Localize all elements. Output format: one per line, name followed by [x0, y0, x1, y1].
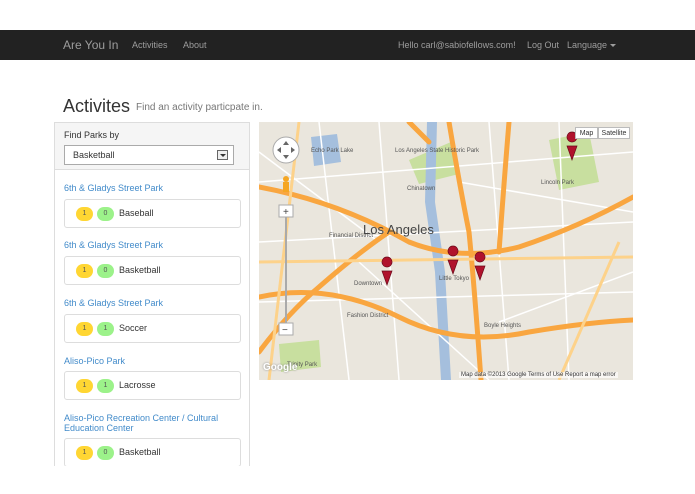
list-item: 6th & Gladys Street Park 1 1 Soccer	[64, 298, 244, 343]
brand-link[interactable]: Are You In	[63, 38, 118, 52]
activity-card[interactable]: 1 0 Basketball	[64, 438, 241, 466]
caret-down-icon	[610, 44, 617, 48]
activity-name: Basketball	[119, 265, 161, 275]
list-item: Aliso-Pico Recreation Center / Cultural …	[64, 413, 244, 466]
activity-name: Basketball	[119, 447, 161, 457]
top-navbar: Are You In Activities About Hello carl@s…	[0, 30, 695, 60]
park-name-link[interactable]: Aliso-Pico Park	[64, 356, 244, 366]
count-badge-yellow: 1	[76, 264, 93, 278]
count-badge-green: 0	[97, 446, 114, 460]
map-label-chinatown: Chinatown	[407, 186, 435, 192]
park-name-link[interactable]: 6th & Gladys Street Park	[64, 183, 244, 193]
map-type-map-button[interactable]: Map	[575, 127, 598, 139]
count-badge-green: 1	[97, 379, 114, 393]
pegman-icon[interactable]	[283, 176, 289, 192]
map-label-downtown: Downtown	[354, 281, 382, 287]
dropdown-arrow-icon[interactable]	[217, 150, 228, 160]
map-markers	[381, 131, 578, 287]
zoom-slider-track[interactable]	[285, 214, 287, 326]
user-greeting[interactable]: Hello carl@sabiofellows.com!	[398, 40, 516, 50]
activity-card[interactable]: 1 0 Basketball	[64, 256, 241, 285]
map-marker[interactable]	[447, 245, 459, 276]
pan-control-icon[interactable]	[272, 136, 300, 164]
nav-activities[interactable]: Activities	[132, 40, 168, 50]
zoom-out-label: −	[282, 325, 288, 336]
list-item: 6th & Gladys Street Park 1 0 Baseball	[64, 183, 244, 228]
map-canvas[interactable]: Chinatown Downtown Little Tokyo Boyle He…	[259, 122, 633, 380]
page-subtitle: Find an activity particpate in.	[136, 102, 263, 113]
language-label: Language	[567, 40, 608, 50]
park-name-link[interactable]: 6th & Gladys Street Park	[64, 240, 244, 250]
map-marker[interactable]	[381, 256, 393, 287]
map-label-fashion-district: Fashion District	[347, 313, 389, 319]
count-badge-green: 0	[97, 264, 114, 278]
activity-select[interactable]: Basketball	[64, 145, 234, 165]
zoom-in-label: +	[283, 207, 289, 218]
map-label-state-park: Los Angeles State Historic Park	[395, 148, 480, 154]
map-attribution[interactable]: Map data ©2013 Google Terms of Use Repor…	[459, 372, 618, 378]
map-marker[interactable]	[474, 251, 486, 282]
map-city-label: Los Angeles	[363, 222, 434, 237]
map-label-lincoln-park: Lincoln Park	[541, 180, 575, 186]
count-badge-yellow: 1	[76, 379, 93, 393]
map-type-satellite-button[interactable]: Satellite	[598, 127, 630, 139]
nav-about[interactable]: About	[183, 40, 207, 50]
list-item: Aliso-Pico Park 1 1 Lacrosse	[64, 356, 244, 400]
park-name-link[interactable]: 6th & Gladys Street Park	[64, 298, 244, 308]
map-label-echo-park: Echo Park Lake	[311, 148, 354, 154]
activity-name: Soccer	[119, 323, 148, 333]
activity-card[interactable]: 1 0 Baseball	[64, 199, 241, 228]
google-logo: Google	[263, 362, 298, 373]
map-label-little-tokyo: Little Tokyo	[439, 276, 470, 282]
activity-name: Lacrosse	[119, 380, 156, 390]
count-badge-green: 1	[97, 322, 114, 336]
count-badge-yellow: 1	[76, 322, 93, 336]
count-badge-yellow: 1	[76, 207, 93, 221]
activity-card[interactable]: 1 1 Soccer	[64, 314, 241, 343]
count-badge-green: 0	[97, 207, 114, 221]
filter-box: Find Parks by Basketball	[55, 123, 249, 170]
park-list-panel: Find Parks by Basketball 6th & Gladys St…	[54, 122, 250, 466]
filter-label: Find Parks by	[64, 130, 120, 140]
activity-card[interactable]: 1 1 Lacrosse	[64, 371, 241, 400]
map-view[interactable]: Chinatown Downtown Little Tokyo Boyle He…	[259, 122, 633, 380]
park-name-link[interactable]: Aliso-Pico Recreation Center / Cultural …	[64, 413, 244, 433]
activity-select-value: Basketball	[73, 150, 115, 160]
logout-link[interactable]: Log Out	[527, 40, 559, 50]
map-label-boyle-heights: Boyle Heights	[484, 323, 521, 329]
activity-name: Baseball	[119, 208, 154, 218]
language-dropdown[interactable]: Language	[567, 40, 617, 50]
list-item: 6th & Gladys Street Park 1 0 Basketball	[64, 240, 244, 285]
count-badge-yellow: 1	[76, 446, 93, 460]
page-title: Activites	[63, 96, 131, 116]
